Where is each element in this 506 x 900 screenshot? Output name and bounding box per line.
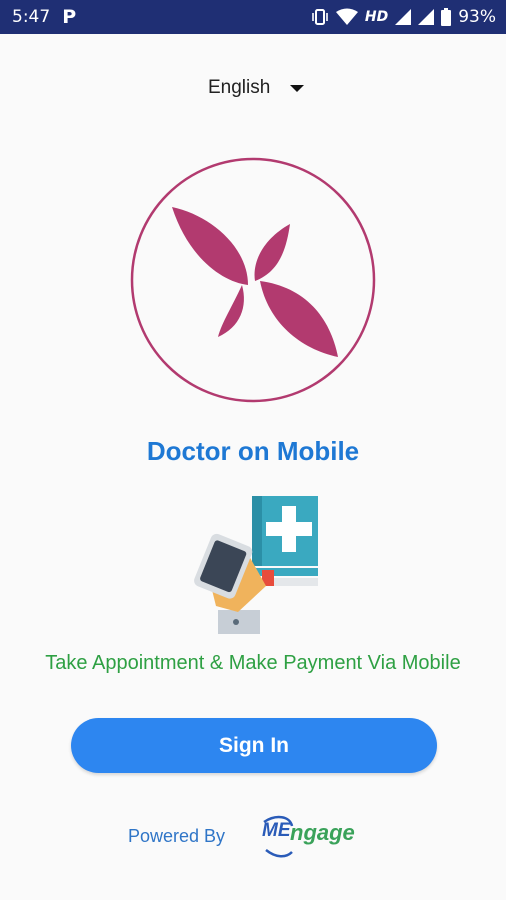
notification-icon: P (62, 6, 77, 28)
status-bar: 5:47 P HD 93% (0, 0, 506, 34)
network-type: HD (364, 9, 389, 25)
brand-name-suffix: ngage (290, 820, 355, 845)
language-label: English (208, 77, 271, 98)
wifi-icon (335, 8, 358, 26)
mobile-doctor-illustration (194, 496, 318, 634)
sign-in-button[interactable]: Sign In (71, 718, 437, 773)
signal-icon (395, 9, 412, 25)
app-tagline: Take Appointment & Make Payment Via Mobi… (45, 652, 461, 674)
sign-in-label: Sign In (219, 733, 289, 757)
app-logo (130, 157, 376, 403)
battery-percent: 93% (458, 7, 496, 27)
powered-by-label: Powered By (128, 826, 226, 846)
signal-icon-2 (418, 9, 435, 25)
brand-name-prefix: ME (262, 820, 291, 841)
vibrate-icon (311, 8, 329, 26)
caret-down-icon (290, 84, 305, 92)
app-title: Doctor on Mobile (146, 436, 360, 466)
language-dropdown[interactable]: English (208, 77, 305, 99)
status-time: 5:47 (12, 7, 51, 27)
battery-icon (441, 8, 452, 26)
